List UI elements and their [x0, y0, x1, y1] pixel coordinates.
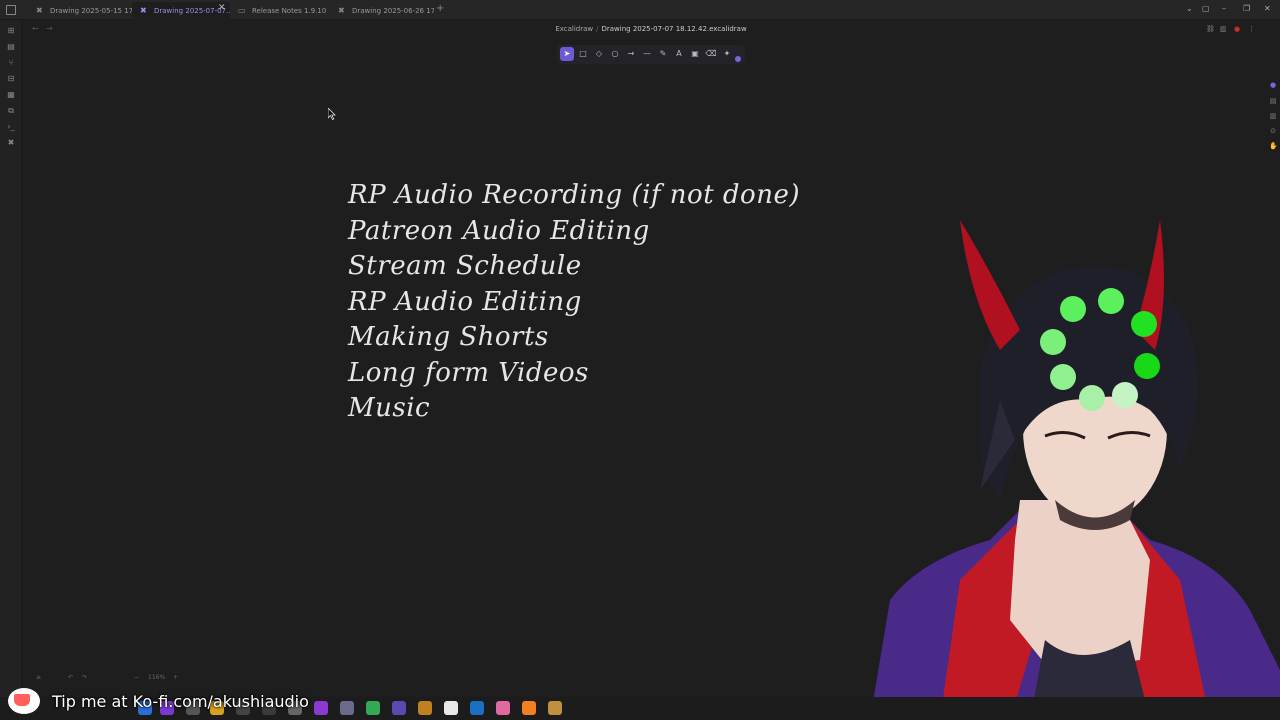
mouse-cursor-icon [328, 108, 336, 120]
drawing-text-line[interactable]: Stream Schedule [348, 251, 582, 281]
vlc-app-icon[interactable] [522, 701, 536, 715]
doc-icon[interactable]: ▤ [1269, 97, 1277, 105]
terminal-icon[interactable]: ›_ [6, 122, 16, 132]
notepad-app-icon[interactable] [444, 701, 458, 715]
app-icon[interactable] [418, 701, 432, 715]
steam-app-icon[interactable] [470, 701, 484, 715]
view-header: ← → Excalidraw / Drawing 2025-07-07 18.12.… [22, 21, 1280, 39]
left-ribbon: ⊞ ▤ ⑂ ⊟ ▦ ⧉ ›_ ✖ [0, 20, 22, 700]
lock-icon[interactable]: ⊙ [1269, 127, 1277, 135]
kofi-overlay: Tip me at Ko-fi.com/akushiaudio [0, 684, 340, 720]
excalidraw-ribbon-icon[interactable]: ✖ [6, 138, 16, 148]
more-options-icon[interactable]: ⋮ [1248, 25, 1255, 33]
quick-switcher-icon[interactable]: ⊞ [6, 26, 16, 36]
copy-icon[interactable]: ⧉ [6, 106, 16, 116]
redo-icon[interactable]: ↷ [82, 674, 87, 681]
drawing-text-line[interactable]: Music [348, 393, 430, 423]
app-icon[interactable] [340, 701, 354, 715]
new-tab-icon[interactable]: + [436, 3, 444, 14]
hand-icon[interactable]: ✋ [1269, 142, 1278, 150]
drawing-text-line[interactable]: Making Shorts [348, 322, 549, 352]
excalidraw-icon: ✖ [140, 6, 147, 15]
tab-label: Release Notes 1.9.10 [252, 7, 327, 15]
chrome-app-icon[interactable] [366, 701, 380, 715]
book-icon[interactable]: ▥ [1269, 112, 1277, 120]
zoom-out-icon[interactable]: − [134, 674, 139, 681]
zoom-level[interactable]: 116% [148, 674, 165, 681]
obsidian-window: ✖ Drawing 2025-05-15 17.2... ✖ Drawing 2… [0, 0, 1280, 720]
sidebar-toggle-icon[interactable] [6, 5, 16, 15]
restore-icon[interactable]: ❐ [1243, 4, 1250, 13]
document-icon: ▭ [238, 6, 246, 15]
right-sidebar-toggle-icon[interactable]: ▢ [1202, 4, 1210, 13]
library-icon[interactable]: ▥ [1220, 25, 1227, 33]
record-icon[interactable]: ● [1234, 25, 1240, 33]
app-icon[interactable] [548, 701, 562, 715]
right-rail: ● ▤ ▥ ⊙ ✋ [1266, 78, 1280, 158]
app-icon[interactable] [496, 701, 510, 715]
vtuber-avatar [870, 220, 1280, 720]
drawing-text-line[interactable]: RP Audio Editing [348, 287, 582, 317]
zoom-in-icon[interactable]: + [173, 674, 178, 681]
tab-label: Drawing 2025-05-15 17.2... [50, 7, 132, 15]
tab-drawing-0515[interactable]: ✖ Drawing 2025-05-15 17.2... [28, 2, 132, 20]
tab-drawing-0626[interactable]: ✖ Drawing 2025-06-26 17.5... [330, 2, 434, 20]
link-icon[interactable]: ⛓ [1206, 25, 1215, 33]
breadcrumb: Excalidraw / Drawing 2025-07-07 18.12.42.e… [22, 25, 1280, 33]
graph-icon[interactable]: ⑂ [6, 58, 16, 68]
tab-release-notes[interactable]: ▭ Release Notes 1.9.10 [230, 2, 330, 20]
excalidraw-icon: ✖ [338, 6, 345, 15]
tab-label: Drawing 2025-06-26 17.5... [352, 7, 434, 15]
menu-icon[interactable]: ≡ [36, 674, 41, 681]
undo-icon[interactable]: ↶ [68, 674, 73, 681]
close-window-icon[interactable]: ✕ [1264, 4, 1271, 13]
drawing-text-line[interactable]: Patreon Audio Editing [348, 216, 650, 246]
drawing-text-line[interactable]: RP Audio Recording (if not done) [348, 180, 800, 210]
tab-list-icon[interactable]: ⌄ [1186, 4, 1193, 13]
close-tab-icon[interactable]: ✕ [218, 3, 226, 13]
tab-drawing-0707[interactable]: ✖ Drawing 2025-07-07... [132, 2, 230, 20]
canvas-icon[interactable]: ⊟ [6, 74, 16, 84]
kofi-cup-icon [14, 694, 30, 706]
minimize-icon[interactable]: – [1222, 4, 1226, 13]
app-icon[interactable] [392, 701, 406, 715]
calendar-icon[interactable]: ▦ [6, 90, 16, 100]
kofi-text: Tip me at Ko-fi.com/akushiaudio [52, 692, 309, 711]
breadcrumb-separator: / [596, 25, 599, 33]
breadcrumb-folder[interactable]: Excalidraw [555, 25, 593, 33]
file-icon[interactable]: ▤ [6, 42, 16, 52]
drawing-text-line[interactable]: Long form Videos [348, 358, 589, 388]
tab-bar: ✖ Drawing 2025-05-15 17.2... ✖ Drawing 2… [0, 0, 1280, 20]
breadcrumb-file[interactable]: Drawing 2025-07-07 18.12.42.excalidraw [601, 25, 746, 33]
excalidraw-icon: ✖ [36, 6, 43, 15]
pin-icon[interactable]: ● [1269, 81, 1277, 89]
